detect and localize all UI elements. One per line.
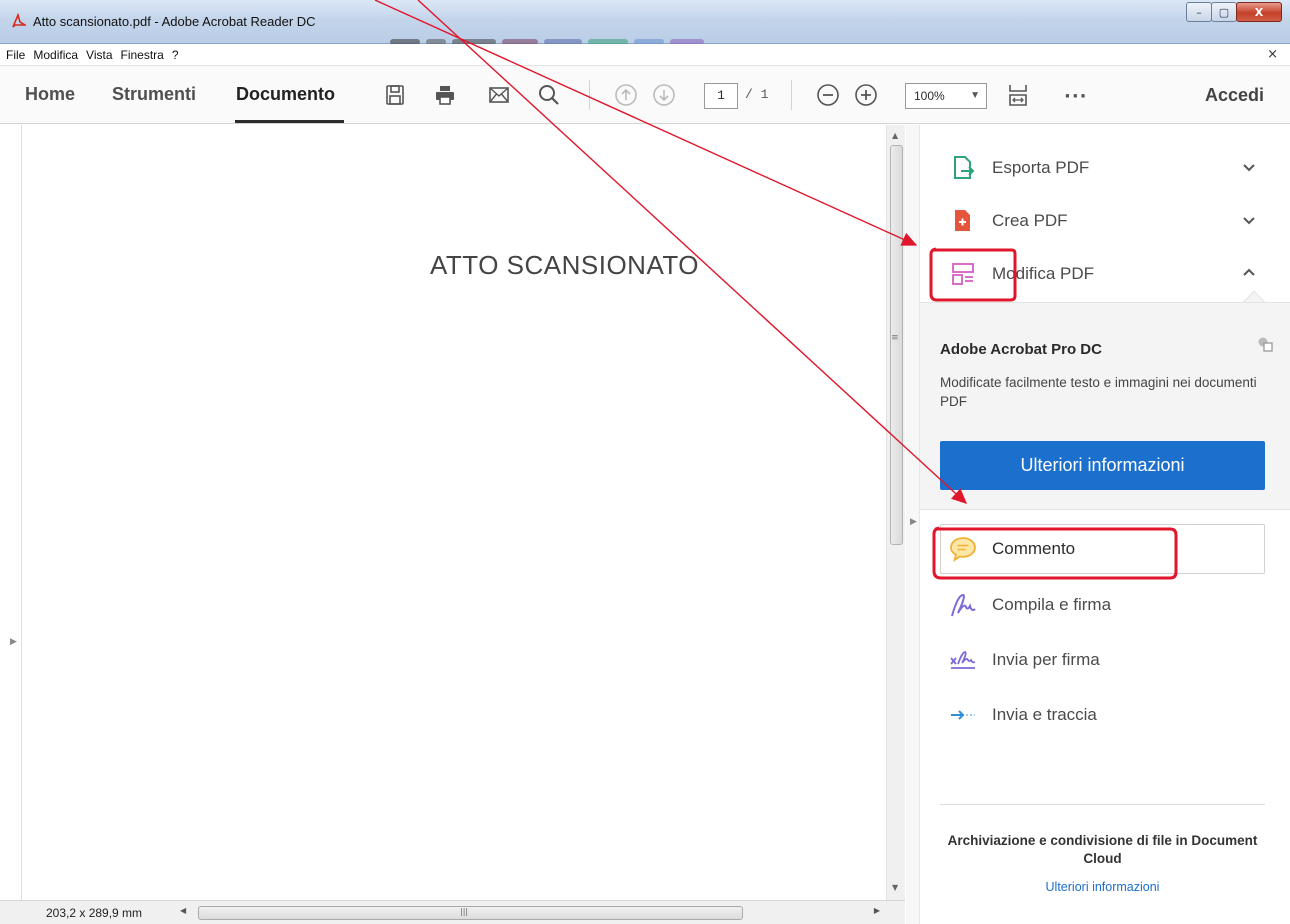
- tool-export-pdf[interactable]: Esporta PDF: [940, 146, 1265, 190]
- maximize-button[interactable]: ▢: [1211, 2, 1237, 22]
- vertical-scroll-thumb[interactable]: [890, 145, 903, 545]
- create-pdf-icon: [948, 206, 978, 236]
- close-window-button[interactable]: X: [1236, 2, 1282, 22]
- zoom-out-icon[interactable]: [815, 82, 841, 108]
- copy-icon[interactable]: [1256, 335, 1274, 353]
- document-cloud-text: Archiviazione e condivisione di file in …: [947, 833, 1258, 866]
- document-cloud-learn-more-link[interactable]: Ulteriori informazioni: [940, 880, 1265, 894]
- promo-description: Modificate facilmente testo e immagini n…: [940, 375, 1257, 409]
- send-track-icon: [948, 700, 978, 730]
- chevron-up-icon[interactable]: [1239, 263, 1259, 283]
- tool-label: Crea PDF: [992, 211, 1068, 230]
- status-bar: 203,2 x 289,9 mm ◀ ||| ▶: [0, 900, 905, 924]
- tool-edit-pdf[interactable]: Modifica PDF: [940, 252, 1265, 296]
- tool-label: Esporta PDF: [992, 158, 1090, 177]
- tool-send-for-signature[interactable]: Invia per firma: [940, 638, 1265, 682]
- fill-sign-icon: [948, 590, 978, 620]
- menu-edit[interactable]: Modifica: [33, 48, 78, 62]
- search-icon[interactable]: [536, 82, 562, 108]
- scroll-up-arrow-icon[interactable]: ▲: [892, 131, 898, 140]
- horizontal-scroll-thumb[interactable]: [198, 906, 743, 920]
- collapse-pane-arrow-icon: ▶: [910, 517, 917, 527]
- promo-title: Adobe Acrobat Pro DC: [940, 341, 1102, 358]
- cloud-divider: [940, 804, 1265, 805]
- tool-label: Commento: [992, 539, 1076, 558]
- document-view[interactable]: [0, 125, 905, 900]
- next-page-icon[interactable]: [651, 82, 677, 108]
- toolbar-divider: [791, 80, 792, 110]
- acrobat-pro-promo: Adobe Acrobat Pro DC Modificate facilmen…: [920, 302, 1290, 510]
- tool-create-pdf[interactable]: Crea PDF: [940, 199, 1265, 243]
- send-for-signature-icon: [948, 645, 978, 675]
- left-panel-edge: [21, 125, 22, 900]
- zoom-in-icon[interactable]: [853, 82, 879, 108]
- menu-bar: File Modifica Vista Finestra ? ×: [0, 44, 1290, 66]
- tab-home[interactable]: Home: [25, 84, 75, 105]
- chevron-down-icon[interactable]: [1239, 210, 1259, 230]
- tool-fill-sign[interactable]: Compila e firma: [940, 583, 1265, 627]
- chevron-down-icon[interactable]: [1239, 157, 1259, 177]
- tool-label: Compila e firma: [992, 595, 1112, 614]
- left-panel-toggle[interactable]: ▶: [0, 120, 17, 895]
- tab-document[interactable]: Documento: [236, 84, 335, 105]
- zoom-level-value: 100%: [914, 89, 945, 103]
- menu-window[interactable]: Finestra: [121, 48, 164, 62]
- comment-icon: [948, 534, 978, 564]
- page-number-input[interactable]: 1: [704, 83, 738, 109]
- close-document-button[interactable]: ×: [1267, 47, 1278, 62]
- print-icon[interactable]: [432, 82, 458, 108]
- page-total: / 1: [745, 87, 769, 102]
- email-icon[interactable]: [486, 82, 512, 108]
- edit-pdf-icon: [948, 259, 978, 289]
- scroll-down-arrow-icon[interactable]: ▼: [892, 883, 898, 892]
- title-bar: Atto scansionato.pdf - Adobe Acrobat Rea…: [0, 0, 1290, 45]
- save-icon[interactable]: [382, 82, 408, 108]
- zoom-level-select[interactable]: 100% ▼: [905, 83, 987, 109]
- learn-more-button[interactable]: Ulteriori informazioni: [940, 441, 1265, 490]
- menu-help[interactable]: ?: [172, 48, 179, 62]
- acrobat-app-icon: [12, 12, 28, 29]
- horizontal-scrollbar[interactable]: ◀ ||| ▶: [180, 905, 886, 921]
- expand-left-arrow-icon: ▶: [10, 637, 17, 647]
- window-controls: – ▢ X: [1186, 2, 1282, 22]
- minimize-button[interactable]: –: [1186, 2, 1212, 22]
- menu-view[interactable]: Vista: [86, 48, 112, 62]
- export-pdf-icon: [948, 153, 978, 183]
- more-tools-button[interactable]: ···: [1064, 86, 1088, 107]
- sign-in-link[interactable]: Accedi: [1205, 85, 1264, 106]
- fit-page-icon[interactable]: [1005, 82, 1031, 108]
- chevron-down-icon: ▼: [970, 90, 980, 101]
- menu-file[interactable]: File: [6, 48, 25, 62]
- tool-label: Invia e traccia: [992, 705, 1097, 724]
- tool-send-track[interactable]: Invia e traccia: [940, 693, 1265, 737]
- vertical-scrollbar[interactable]: ▲ ≡ ▼: [886, 125, 905, 900]
- window-title: Atto scansionato.pdf - Adobe Acrobat Rea…: [33, 14, 316, 29]
- scroll-grip-icon: ≡: [891, 333, 899, 343]
- tool-comment[interactable]: Commento: [940, 527, 1265, 571]
- tools-pane-toggle[interactable]: ▶: [906, 125, 920, 924]
- previous-page-icon[interactable]: [613, 82, 639, 108]
- background-blur-strip: [390, 30, 830, 45]
- scroll-left-arrow-icon[interactable]: ◀: [180, 906, 186, 915]
- tool-label: Modifica PDF: [992, 264, 1095, 283]
- scroll-grip-icon: |||: [460, 907, 469, 916]
- page-dimensions: 203,2 x 289,9 mm: [46, 906, 143, 920]
- main-toolbar: Home Strumenti Documento 1 / 1 100% ▼ ··…: [0, 66, 1290, 124]
- scroll-right-arrow-icon[interactable]: ▶: [874, 906, 880, 915]
- active-tab-underline: [235, 120, 344, 123]
- toolbar-divider: [589, 80, 590, 110]
- document-heading: ATTO SCANSIONATO: [430, 250, 700, 280]
- tab-tools[interactable]: Strumenti: [112, 84, 196, 105]
- tool-label: Invia per firma: [992, 650, 1100, 669]
